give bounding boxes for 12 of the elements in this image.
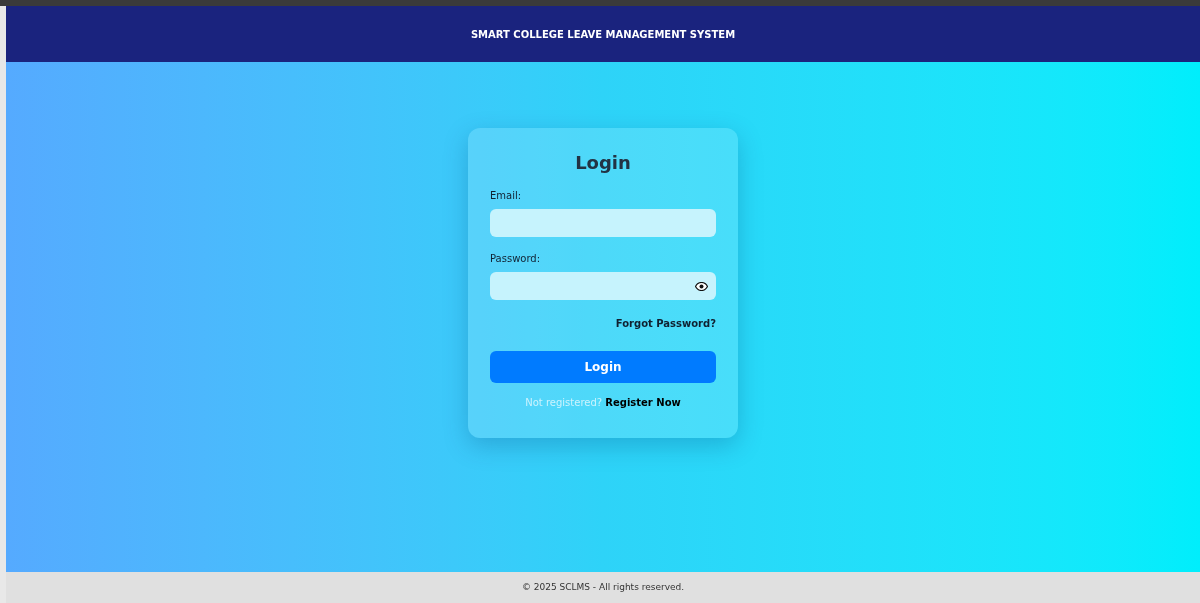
register-link[interactable]: Register Now <box>605 397 681 408</box>
field-label: Password: <box>490 252 542 266</box>
show-password-icon[interactable] <box>695 281 708 291</box>
forgot-password-link[interactable]: Forgot Password? <box>615 316 716 331</box>
email-field[interactable] <box>490 209 716 237</box>
password-field[interactable] <box>490 272 716 300</box>
field-label: Email: <box>490 189 523 203</box>
footer-text: © 2025 SCLMS - All rights reserved. <box>521 580 685 594</box>
login-button[interactable]: Login <box>490 351 716 383</box>
site-title: SMART COLLEGE LEAVE MANAGEMENT SYSTEM <box>470 27 736 42</box>
register-prompt: Not registered? <box>525 397 603 408</box>
login-heading: Login <box>574 151 632 175</box>
